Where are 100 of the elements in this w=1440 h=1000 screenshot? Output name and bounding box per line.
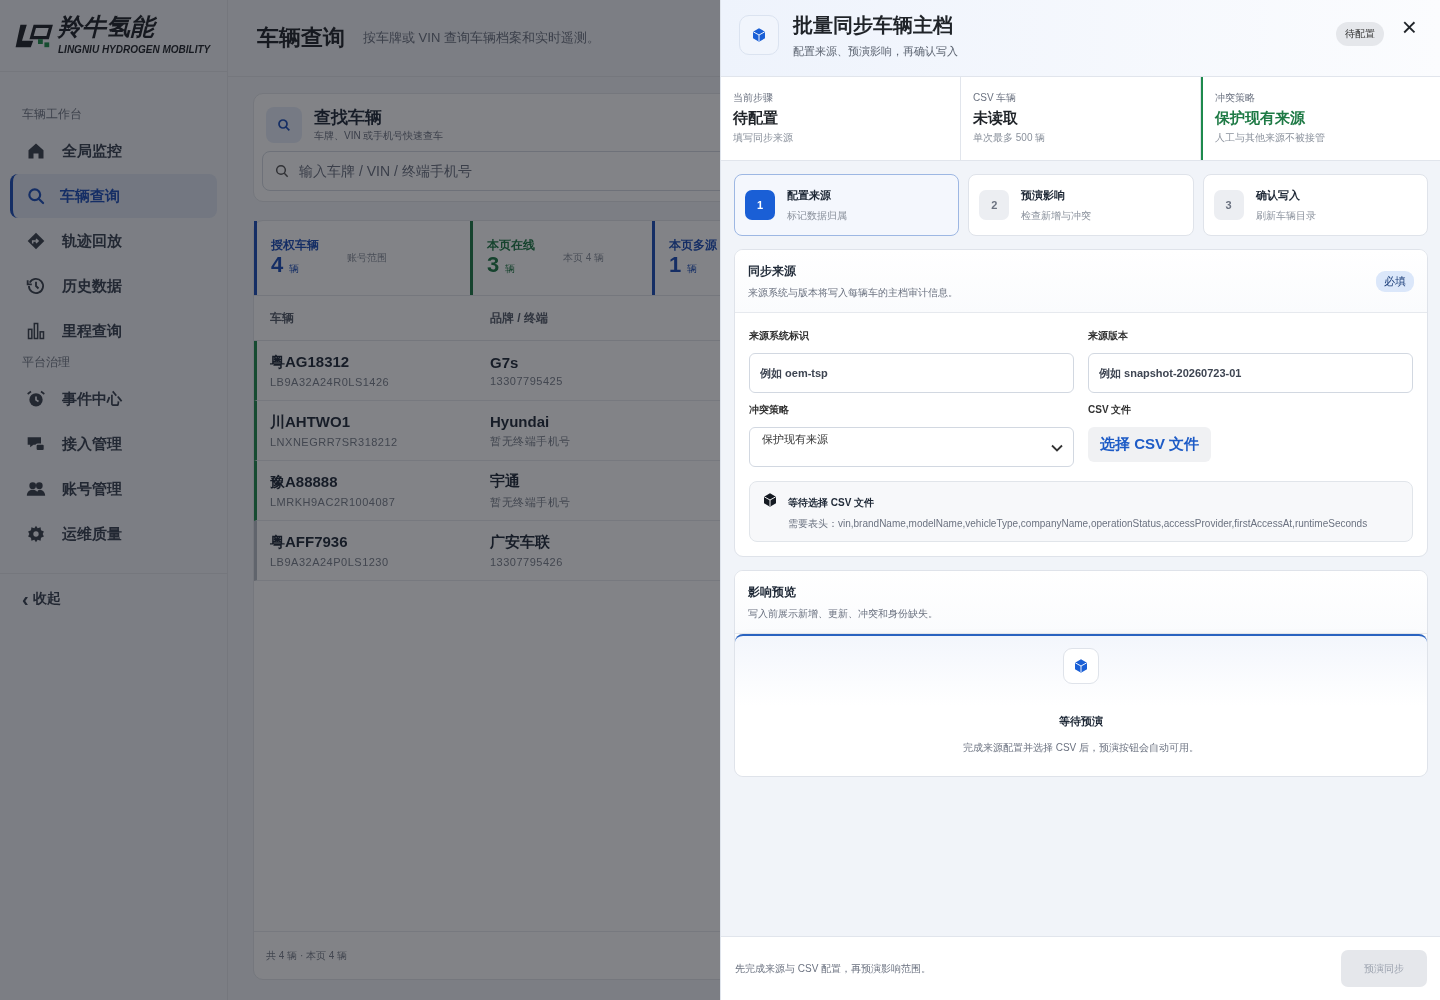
summary-label: CSV 车辆 <box>973 91 1018 105</box>
nav-group-title: 车辆工作台 <box>21 106 83 123</box>
summary-label: 当前步骤 <box>733 91 774 105</box>
search-icon <box>266 106 302 143</box>
brand-name: 广安车联 <box>490 533 551 552</box>
card-title: 查找车辆 <box>314 107 383 129</box>
home-icon <box>26 141 46 161</box>
nav-item[interactable]: 全局监控 <box>10 129 217 173</box>
summary-hint: 人工与其他来源不被接管 <box>1215 131 1326 145</box>
brand-name: Hyundai <box>490 412 551 430</box>
field-label: 来源版本 <box>1088 329 1129 343</box>
settings-icon <box>26 524 46 544</box>
plate-number: 豫A88888 <box>270 473 339 492</box>
chevron-down-icon <box>1051 444 1063 452</box>
summary-hint: 单次最多 500 辆 <box>973 131 1047 145</box>
bar-chart-icon <box>26 321 46 341</box>
nav-item[interactable]: 车辆查询 <box>10 174 217 218</box>
vin-text: LB9A32A24P0LS1230 <box>270 556 390 568</box>
step-title: 确认写入 <box>1255 187 1301 203</box>
stat-unit: 辆 <box>687 262 698 276</box>
notice-title: 等待选择 CSV 文件 <box>788 496 876 510</box>
summary-hint: 填写同步来源 <box>733 131 794 145</box>
brand-name: 宇通 <box>490 471 521 491</box>
step-title: 配置来源 <box>787 187 832 203</box>
card-title: 同步来源 <box>748 263 797 280</box>
alarm-clock-icon <box>26 389 46 409</box>
field-label: 冲突策略 <box>749 403 790 417</box>
terminal-text: 13307795426 <box>490 556 564 568</box>
nav-item[interactable]: 接入管理 <box>10 422 217 466</box>
field-label: 来源系统标识 <box>749 329 810 343</box>
stat-value: 4 <box>271 254 284 276</box>
column-header: 车辆 <box>270 309 295 327</box>
users-icon <box>26 479 46 499</box>
field-label: CSV 文件 <box>1088 403 1133 417</box>
route-icon <box>26 231 46 251</box>
summary-value: 待配置 <box>733 109 779 128</box>
input-field[interactable]: 例如 oem-tsp <box>749 353 1074 393</box>
stat-unit: 辆 <box>505 262 516 276</box>
card-subtitle: 来源系统与版本将写入每辆车的主档审计信息。 <box>748 286 959 300</box>
step-tab[interactable]: 3 确认写入 刷新车辆目录 <box>1202 174 1428 236</box>
brand-tagline: LINGNIU HYDROGEN MOBILITY <box>58 43 211 55</box>
summary-value: 未读取 <box>973 109 1019 128</box>
search-icon <box>26 186 46 206</box>
table-summary: 共 4 辆 · 本页 4 辆 <box>266 948 348 963</box>
stat-value: 3 <box>487 254 500 276</box>
step-tab[interactable]: 2 预演影响 检查新增与冲突 <box>968 174 1194 236</box>
modal-backdrop[interactable] <box>0 0 720 1000</box>
status-badge: 待配置 <box>1335 22 1384 46</box>
select-field[interactable]: 保护现有来源 <box>749 427 1074 467</box>
stat-label: 本页多源 <box>669 237 717 254</box>
step-tab[interactable]: 1 配置来源 标记数据归属 <box>734 174 960 236</box>
nav-item[interactable]: 里程查询 <box>10 309 217 353</box>
history-icon <box>26 276 46 296</box>
step-hint: 标记数据归属 <box>787 208 847 223</box>
collapse-button[interactable]: ‹ 收起 <box>22 590 61 608</box>
nav-item[interactable]: 账号管理 <box>10 467 217 511</box>
nav-item[interactable]: 运维质量 <box>10 512 217 556</box>
step-number: 2 <box>979 190 1010 220</box>
plate-number: 川AHTWO1 <box>270 413 351 432</box>
card-subtitle: 车牌、VIN 或手机号快速查车 <box>314 129 444 143</box>
column-header: 品牌 / 终端 <box>490 309 549 327</box>
search-icon <box>274 163 290 179</box>
nav-group-title: 平台治理 <box>21 354 71 371</box>
notice-text: 需要表头：vin,brandName,modelName,vehicleType,companyName,operationStatus,accessProvider,firstAccessAt,runtimeSeconds <box>788 517 1368 531</box>
stat-unit: 辆 <box>289 262 300 276</box>
input-field[interactable]: 例如 snapshot-20260723-01 <box>1088 353 1413 393</box>
search-field[interactable]: 输入车牌 / VIN / 终端手机号 <box>262 151 720 191</box>
page-subtitle: 按车牌或 VIN 查询车辆档案和实时遥测。 <box>363 29 600 47</box>
stat-label: 授权车辆 <box>271 237 319 254</box>
page-title: 车辆查询 <box>257 24 345 52</box>
empty-text: 完成来源配置并选择 CSV 后，预演按钮会自动可用。 <box>962 741 1200 755</box>
step-hint: 检查新增与冲突 <box>1021 208 1092 223</box>
plate-number: 粤AFF7936 <box>270 533 349 552</box>
nav-item[interactable]: 历史数据 <box>10 264 217 308</box>
cube-icon <box>1073 658 1089 674</box>
footer-hint: 先完成来源与 CSV 配置，再预演影响范围。 <box>735 961 932 976</box>
vin-text: LB9A32A24R0LS1426 <box>270 376 391 388</box>
drawer-subtitle: 配置来源、预演影响，再确认写入 <box>793 44 959 59</box>
step-title: 预演影响 <box>1021 187 1067 203</box>
vin-text: LMRKH9AC2R1004087 <box>270 496 397 508</box>
close-button[interactable]: × <box>1397 16 1421 38</box>
cube-icon <box>762 492 778 508</box>
nav-item[interactable]: 轨迹回放 <box>10 219 217 263</box>
summary-value: 保护现有来源 <box>1215 109 1306 128</box>
required-badge: 必填 <box>1376 271 1414 292</box>
card-title: 影响预览 <box>748 584 797 601</box>
card-subtitle: 写入前展示新增、更新、冲突和身份缺失。 <box>748 607 939 621</box>
choose-file-button[interactable]: 选择 CSV 文件 <box>1088 427 1212 462</box>
step-number: 3 <box>1213 190 1244 220</box>
stat-value: 1 <box>669 254 682 276</box>
step-number: 1 <box>745 190 775 220</box>
brand-name: G7s <box>490 354 520 371</box>
cube-icon <box>751 27 767 43</box>
empty-title: 等待预演 <box>1059 714 1103 729</box>
drawer-title: 批量同步车辆主档 <box>793 13 954 38</box>
plate-number: 粤AG18312 <box>270 353 351 372</box>
step-hint: 刷新车辆目录 <box>1255 208 1316 223</box>
nav-item[interactable]: 事件中心 <box>10 377 217 421</box>
summary-label: 冲突策略 <box>1215 91 1256 105</box>
vin-text: LNXNEGRR7SR318212 <box>270 436 399 448</box>
